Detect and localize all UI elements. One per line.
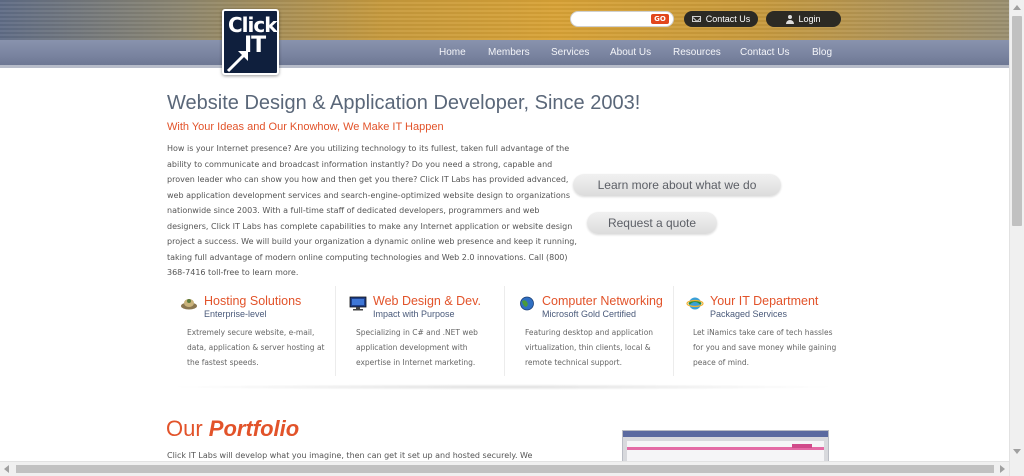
horizontal-scroll-thumb[interactable] [16, 465, 994, 473]
scroll-right-arrow-icon[interactable] [1000, 465, 1005, 473]
service-subtitle: Microsoft Gold Certified [542, 309, 637, 319]
scroll-up-arrow-icon[interactable] [1013, 5, 1021, 10]
service-description: Featuring desktop and application virtua… [525, 328, 654, 368]
thumbnail-tab [792, 444, 812, 448]
scroll-down-arrow-icon[interactable] [1013, 449, 1021, 454]
service-subtitle: Enterprise-level [204, 309, 267, 319]
search-input[interactable] [579, 13, 649, 25]
service-title: Your IT Department [710, 294, 819, 308]
service-subtitle: Impact with Purpose [373, 309, 455, 319]
vertical-scroll-thumb[interactable] [1012, 16, 1022, 226]
portfolio-text: Click IT Labs will develop what you imag… [167, 451, 533, 460]
nav-item-about-us[interactable]: About Us [610, 47, 651, 58]
service-title: Web Design & Dev. [373, 294, 481, 308]
page-title: Website Design & Application Developer, … [167, 92, 641, 114]
thumbnail-page [627, 441, 824, 463]
portfolio-heading: Our Portfolio [166, 416, 299, 442]
hosting-icon [181, 299, 197, 310]
nav-item-blog[interactable]: Blog [812, 47, 832, 58]
nav-item-members[interactable]: Members [488, 47, 530, 58]
nav-item-contact-us[interactable]: Contact Us [740, 47, 789, 58]
cursor-arrow-icon [226, 51, 248, 73]
header-banner [0, 0, 1009, 40]
scroll-left-arrow-icon[interactable] [4, 465, 9, 473]
service-web-design[interactable]: Web Design & Dev. Impact with Purpose Sp… [336, 286, 502, 380]
login-label: Login [798, 14, 821, 24]
nav-item-home[interactable]: Home [439, 47, 466, 58]
ie-globe-icon [686, 297, 704, 310]
service-title: Computer Networking [542, 294, 663, 308]
contact-us-label: Contact Us [705, 14, 751, 24]
portfolio-heading-emph: Portfolio [208, 416, 300, 441]
learn-more-button[interactable]: Learn more about what we do [573, 174, 781, 196]
contact-us-button[interactable]: Contact Us [684, 11, 758, 27]
portfolio-thumbnail[interactable] [622, 430, 829, 465]
search-go-button[interactable]: GO [651, 14, 669, 24]
service-description: Let iNamics take care of tech hassles fo… [693, 328, 837, 368]
portfolio-heading-prefix: Our [166, 416, 209, 441]
monitor-icon [349, 296, 367, 311]
intro-paragraph: How is your Internet presence? Are you u… [167, 144, 577, 277]
thumbnail-titlebar [623, 431, 828, 437]
network-globe-icon [520, 296, 534, 311]
service-networking[interactable]: Computer Networking Microsoft Gold Certi… [505, 286, 671, 380]
service-title: Hosting Solutions [204, 294, 302, 308]
service-hosting[interactable]: Hosting Solutions Enterprise-level Extre… [167, 286, 333, 380]
nav-item-resources[interactable]: Resources [673, 47, 721, 58]
service-subtitle: Packaged Services [710, 309, 788, 319]
service-description: Extremely secure website, e-mail, data, … [187, 328, 325, 368]
horizontal-scrollbar[interactable] [0, 461, 1009, 476]
service-it-department[interactable]: Your IT Department Packaged Services Let… [673, 286, 839, 380]
main-nav: Home Members Services About Us Resources… [0, 47, 1009, 61]
vertical-scrollbar[interactable] [1009, 0, 1024, 476]
envelope-icon [691, 16, 701, 22]
nav-item-services[interactable]: Services [551, 47, 589, 58]
service-description: Specializing in C# and .NET web applicat… [356, 328, 478, 368]
search-box: GO [570, 11, 674, 27]
login-button[interactable]: Login [766, 11, 841, 27]
page-subtitle: With Your Ideas and Our Knowhow, We Make… [167, 121, 444, 133]
request-quote-button[interactable]: Request a quote [587, 212, 717, 234]
services-row: Hosting Solutions Enterprise-level Extre… [167, 286, 839, 390]
user-icon [786, 14, 795, 24]
site-logo[interactable]: Click IT [222, 9, 279, 75]
